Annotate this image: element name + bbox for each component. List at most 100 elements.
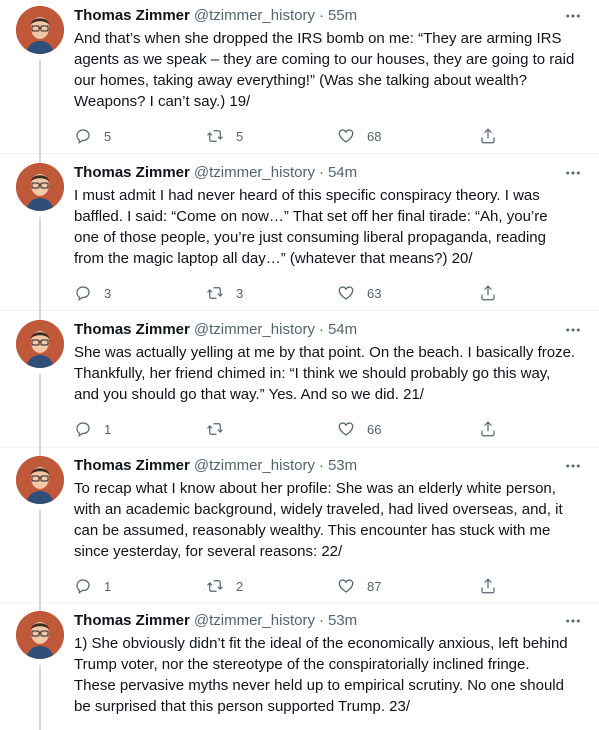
tweet-thread: Thomas Zimmer @tzimmer_history · 55m And… (0, 0, 599, 730)
like-count: 68 (367, 128, 382, 144)
share-button[interactable] (479, 420, 519, 438)
reply-count: 5 (104, 128, 112, 144)
retweet-icon (207, 287, 223, 299)
tweet-text: And that’s when she dropped the IRS bomb… (74, 30, 575, 110)
more-icon[interactable] (563, 163, 583, 183)
share-button[interactable] (479, 284, 519, 302)
author-name[interactable]: Thomas Zimmer (74, 456, 190, 476)
retweet-count: 3 (236, 285, 244, 301)
thread-connector (39, 603, 41, 611)
share-icon (481, 285, 495, 301)
reply-icon (76, 579, 90, 594)
timestamp[interactable]: 53m (328, 456, 357, 476)
more-icon[interactable] (563, 320, 583, 340)
reply-icon (76, 286, 90, 301)
retweet-button[interactable]: 5 (206, 127, 337, 145)
share-icon (481, 578, 495, 594)
like-count: 87 (367, 578, 382, 594)
like-count: 63 (367, 285, 382, 301)
avatar[interactable] (16, 456, 64, 504)
more-icon[interactable] (563, 456, 583, 476)
more-icon[interactable] (563, 611, 583, 631)
tweet[interactable]: Thomas Zimmer @tzimmer_history · 53m To … (0, 448, 599, 611)
reply-button[interactable]: 1 (74, 577, 206, 595)
thread-connector (39, 374, 41, 457)
reply-button[interactable]: 1 (74, 420, 206, 438)
tweet-text: To recap what I know about her profile: … (74, 480, 563, 560)
tweet-header: Thomas Zimmer @tzimmer_history · 54m (74, 163, 585, 183)
author-name[interactable]: Thomas Zimmer (74, 6, 190, 26)
author-handle[interactable]: @tzimmer_history (194, 611, 315, 631)
like-button[interactable]: 87 (337, 577, 479, 595)
tweet-header: Thomas Zimmer @tzimmer_history · 53m (74, 456, 585, 476)
share-icon (481, 128, 495, 144)
separator-dot: · (318, 321, 324, 338)
thread-connector (39, 154, 41, 163)
avatar[interactable] (16, 611, 64, 659)
avatar[interactable] (16, 320, 64, 368)
author-handle[interactable]: @tzimmer_history (194, 6, 315, 26)
tweet[interactable]: Thomas Zimmer @tzimmer_history · 53m 1) … (0, 603, 599, 730)
thread-connector (39, 311, 41, 320)
action-bar: 5 5 68 (74, 126, 585, 146)
reply-icon (76, 422, 90, 437)
tweet-header: Thomas Zimmer @tzimmer_history · 54m (74, 320, 585, 340)
action-bar: 1 2 87 (74, 576, 585, 596)
retweet-button[interactable] (206, 420, 337, 438)
avatar[interactable] (16, 163, 64, 211)
author-handle[interactable]: @tzimmer_history (194, 163, 315, 183)
action-bar: 1 66 (74, 419, 585, 439)
tweet-text: I must admit I had never heard of this s… (74, 187, 548, 267)
tweet-text: 1) She obviously didn’t fit the ideal of… (74, 635, 568, 715)
separator-dot: · (318, 7, 324, 24)
author-handle[interactable]: @tzimmer_history (194, 456, 315, 476)
reply-count: 3 (104, 285, 112, 301)
separator-dot: · (318, 457, 324, 474)
retweet-button[interactable]: 3 (206, 284, 337, 302)
tweet[interactable]: Thomas Zimmer @tzimmer_history · 54m I m… (0, 154, 599, 320)
like-button[interactable]: 68 (337, 127, 479, 145)
retweet-icon (207, 580, 223, 592)
timestamp[interactable]: 55m (328, 6, 357, 26)
separator-dot: · (318, 612, 324, 629)
reply-count: 1 (104, 421, 112, 437)
timestamp[interactable]: 54m (328, 320, 357, 340)
tweet[interactable]: Thomas Zimmer @tzimmer_history · 54m She… (0, 311, 599, 457)
timestamp[interactable]: 54m (328, 163, 357, 183)
like-button[interactable]: 66 (337, 420, 479, 438)
tweet-header: Thomas Zimmer @tzimmer_history · 55m (74, 6, 585, 26)
share-button[interactable] (479, 577, 519, 595)
like-button[interactable]: 63 (337, 284, 479, 302)
reply-count: 1 (104, 578, 112, 594)
thread-connector (39, 665, 41, 730)
retweet-count: 5 (236, 128, 244, 144)
retweet-button[interactable]: 2 (206, 577, 337, 595)
thread-connector (39, 510, 41, 611)
heart-icon (338, 579, 354, 593)
tweet-text: She was actually yelling at me by that p… (74, 344, 576, 403)
timestamp[interactable]: 53m (328, 611, 357, 631)
heart-icon (338, 129, 354, 143)
reply-button[interactable]: 3 (74, 284, 206, 302)
heart-icon (338, 286, 354, 300)
action-bar: 3 3 63 (74, 283, 585, 303)
reply-button[interactable]: 5 (74, 127, 206, 145)
thread-connector (39, 448, 41, 456)
more-icon[interactable] (563, 6, 583, 26)
reply-icon (76, 129, 90, 144)
thread-connector (39, 60, 41, 160)
share-icon (481, 421, 495, 437)
author-name[interactable]: Thomas Zimmer (74, 320, 190, 340)
author-name[interactable]: Thomas Zimmer (74, 163, 190, 183)
author-handle[interactable]: @tzimmer_history (194, 320, 315, 340)
retweet-icon (207, 130, 223, 142)
author-name[interactable]: Thomas Zimmer (74, 611, 190, 631)
separator-dot: · (318, 164, 324, 181)
share-button[interactable] (479, 127, 519, 145)
heart-icon (338, 422, 354, 436)
retweet-count: 2 (236, 578, 244, 594)
tweet[interactable]: Thomas Zimmer @tzimmer_history · 55m And… (0, 0, 599, 160)
avatar[interactable] (16, 6, 64, 54)
retweet-icon (207, 423, 223, 435)
tweet-header: Thomas Zimmer @tzimmer_history · 53m (74, 611, 585, 631)
